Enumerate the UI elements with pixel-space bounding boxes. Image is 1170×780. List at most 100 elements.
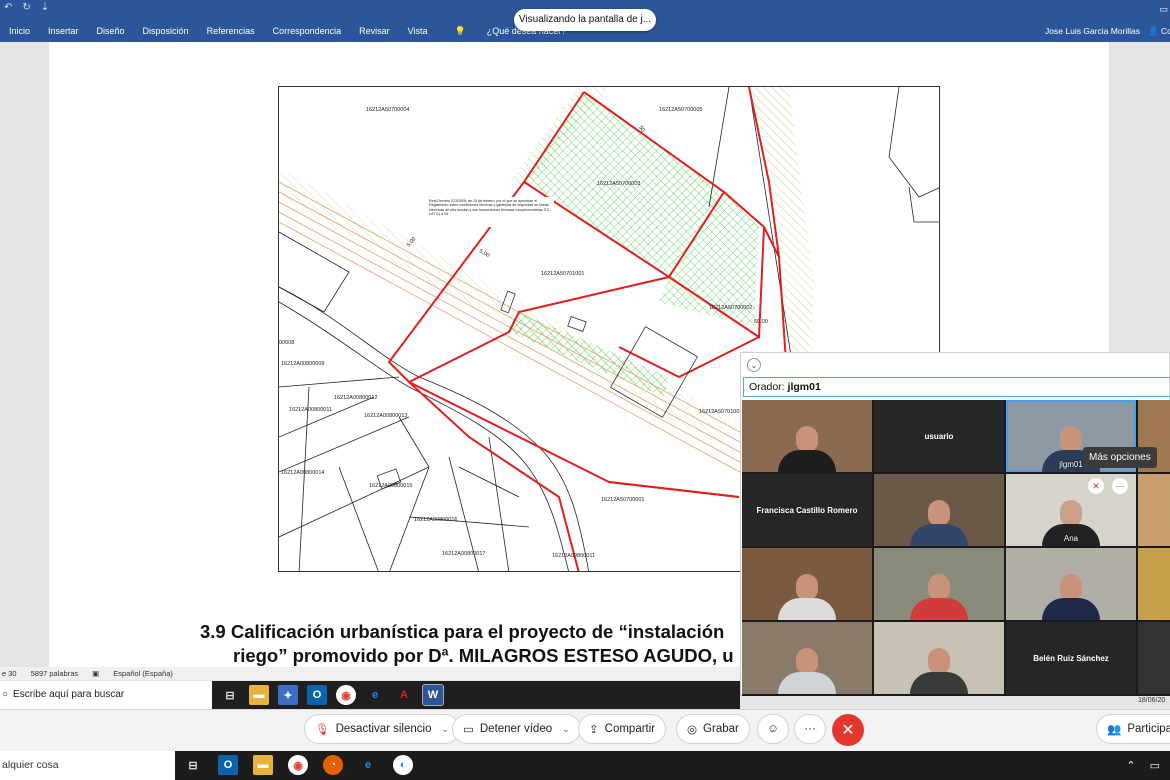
tab-diseno[interactable]: Diseño: [88, 24, 134, 38]
firefox-icon[interactable]: ◔: [323, 755, 343, 775]
video-tile[interactable]: [874, 622, 1004, 694]
app-icon[interactable]: ◐: [393, 755, 413, 775]
people-icon: 👥: [1107, 724, 1122, 736]
video-tile[interactable]: [874, 474, 1004, 546]
quick-access-toolbar: ↶ ↻ ⇣: [0, 2, 49, 16]
shared-taskbar: ○ Escribe aquí para buscar ⊟ ▬ ✦ O ◉ e A…: [0, 681, 740, 709]
tab-insertar[interactable]: Insertar: [39, 24, 88, 38]
video-tile[interactable]: ✕ ··· Ana: [1006, 474, 1136, 546]
participant-name: usuario: [924, 431, 954, 441]
video-tile[interactable]: [874, 548, 1004, 620]
edge-icon[interactable]: e: [365, 685, 385, 705]
edge-icon[interactable]: e: [358, 755, 378, 775]
more-options-icon[interactable]: ···: [1112, 478, 1128, 494]
video-button[interactable]: ▭ Detener vídeo ⌄: [452, 714, 581, 744]
participants-label: Participantes: [1127, 723, 1170, 735]
word-share-label: Compartir: [1160, 26, 1170, 36]
more-button[interactable]: ···: [794, 714, 826, 744]
plan-note: Real Decreto 223/2008, de 15 de febrero,…: [429, 199, 551, 216]
taskbar-search-placeholder: alquier cosa: [2, 759, 59, 771]
tab-inicio[interactable]: Inicio: [0, 24, 39, 38]
video-tile[interactable]: [1138, 622, 1170, 694]
chevron-up-icon[interactable]: ⌃: [1126, 759, 1135, 772]
taskbar-search-box[interactable]: alquier cosa: [0, 751, 175, 780]
outlook-icon[interactable]: O: [307, 685, 327, 705]
redo-icon[interactable]: ↻: [22, 2, 30, 16]
section-heading-line2: riego” promovido por Dª. MILAGROS ESTESO…: [233, 645, 734, 666]
task-view-icon[interactable]: ⊟: [220, 685, 240, 705]
page-indicator[interactable]: e 30: [2, 667, 17, 680]
word-share-button[interactable]: 👤 Compartir: [1148, 26, 1170, 37]
speaker-name: jlgm01: [787, 381, 821, 393]
video-tile[interactable]: [742, 548, 872, 620]
share-screen-button[interactable]: ⇪ Compartir: [578, 714, 667, 744]
viewing-screen-indicator[interactable]: Visualizando la pantalla de j...: [514, 9, 656, 31]
plan-label: 16212A00800015: [369, 483, 412, 489]
word-icon[interactable]: W: [422, 684, 444, 706]
leave-meeting-button[interactable]: ✕: [832, 714, 864, 746]
video-tile[interactable]: [1138, 474, 1170, 546]
customize-icon[interactable]: ⇣: [41, 2, 49, 16]
speaker-label: Orador:: [749, 381, 785, 393]
task-view-icon[interactable]: ⊟: [183, 755, 203, 775]
share-icon: ⇪: [589, 724, 599, 736]
inner-clock: 18/06/20: [1138, 697, 1166, 704]
word-count[interactable]: 5897 palabras: [31, 667, 79, 680]
chrome-icon[interactable]: ◉: [288, 755, 308, 775]
plan-label: 16212A50700001: [601, 497, 644, 503]
participant-avatar: [1042, 574, 1100, 620]
record-label: Grabar: [703, 723, 739, 735]
shared-search-box[interactable]: ○ Escribe aquí para buscar: [0, 681, 212, 709]
video-tile[interactable]: [1006, 548, 1136, 620]
video-tile[interactable]: [1138, 548, 1170, 620]
active-speaker-bar: Orador: jlgm01: [743, 377, 1170, 397]
chevron-down-icon[interactable]: ⌄: [441, 724, 449, 735]
video-tile[interactable]: Francisca Castillo Romero: [742, 474, 872, 546]
video-tile[interactable]: [742, 622, 872, 694]
file-explorer-icon[interactable]: ▬: [249, 685, 269, 705]
proofing-icon[interactable]: ▣: [92, 667, 99, 680]
windows-taskbar: alquier cosa ⊟ O ▬ ◉ ◔ e ◐ ⌃ ▭: [0, 751, 1170, 780]
video-tile[interactable]: [742, 400, 872, 472]
chrome-icon[interactable]: ◉: [336, 685, 356, 705]
circle-search-icon: ○: [2, 689, 9, 700]
shared-search-placeholder: Escribe aquí para buscar: [13, 689, 125, 700]
plan-label: 16212A00800012: [334, 395, 377, 401]
person-icon: 👤: [1148, 26, 1159, 36]
tab-referencias[interactable]: Referencias: [198, 24, 264, 38]
undo-icon[interactable]: ↶: [4, 2, 12, 16]
video-tile[interactable]: usuario: [874, 400, 1004, 472]
tab-revisar[interactable]: Revisar: [350, 24, 399, 38]
acrobat-icon[interactable]: A: [394, 685, 414, 705]
plan-label: 16212A00800016: [414, 517, 457, 523]
participant-name: Francisca Castillo Romero: [756, 505, 858, 515]
record-icon: ◎: [687, 724, 698, 736]
tab-disposicion[interactable]: Disposición: [134, 24, 198, 38]
mute-button[interactable]: 🎙 Desactivar silencio ⌄: [304, 714, 461, 744]
muted-mic-icon[interactable]: ✕: [1088, 478, 1104, 494]
plan-label: 16212A50700005: [659, 107, 702, 113]
reactions-button[interactable]: ☺: [757, 714, 789, 744]
plan-label: 16212A00800013: [364, 413, 407, 419]
video-tile[interactable]: Belén Ruiz Sánchez: [1006, 622, 1136, 694]
chevron-down-icon[interactable]: ⌄: [747, 358, 761, 372]
plan-dimension: 50.00: [754, 319, 768, 325]
plan-label: 16212A50700002: [709, 305, 752, 311]
app-icon[interactable]: ✦: [278, 685, 298, 705]
language-indicator[interactable]: Español (España): [113, 667, 173, 680]
section-heading-line1: 3.9 Calificación urbanística para el pro…: [200, 621, 725, 642]
taskbar-icons: ⊟ O ▬ ◉ ◔ e ◐: [183, 755, 413, 775]
close-icon: ✕: [841, 722, 855, 739]
plan-label: 16212A50700003: [597, 181, 640, 187]
restore-window-icon[interactable]: ▭: [1159, 4, 1168, 15]
record-button[interactable]: ◎ Grabar: [676, 714, 750, 744]
tab-vista[interactable]: Vista: [399, 24, 437, 38]
outlook-icon[interactable]: O: [218, 755, 238, 775]
network-icon[interactable]: ▭: [1150, 759, 1160, 772]
participants-button[interactable]: 👥 Participantes: [1096, 714, 1170, 744]
file-explorer-icon[interactable]: ▬: [253, 755, 273, 775]
tab-correspondencia[interactable]: Correspondencia: [264, 24, 351, 38]
plan-label: 16212A00800017: [442, 551, 485, 557]
chevron-down-icon[interactable]: ⌄: [562, 724, 570, 735]
word-user-name[interactable]: Jose Luis Garcia Morillas: [1045, 26, 1140, 36]
